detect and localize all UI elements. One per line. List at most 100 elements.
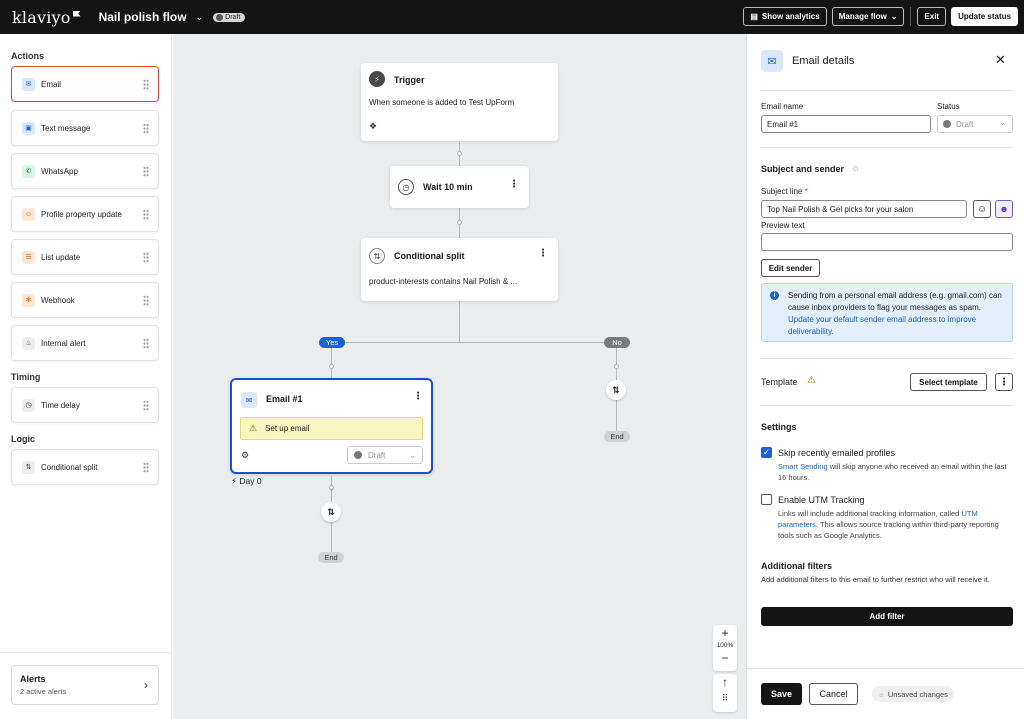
end-node: End xyxy=(604,431,630,442)
email-node[interactable]: ✉ Email #1 ⋮ ⚠ Set up email ⚙ Draft ⌄ xyxy=(230,378,433,474)
template-label: Template xyxy=(761,377,798,387)
more-options-icon[interactable]: ⋮ xyxy=(538,248,548,259)
cancel-button[interactable]: Cancel xyxy=(809,683,858,705)
action-time-delay[interactable]: ◷ Time delay xyxy=(11,387,159,423)
split-path-icon[interactable]: ⇅ xyxy=(321,502,341,522)
subject-sender-heading: Subject and sender xyxy=(761,164,845,174)
preview-text-label: Preview text xyxy=(761,221,805,230)
sidebar-divider xyxy=(0,652,172,653)
subject-line-field[interactable]: Top Nail Polish & Gel picks for your sal… xyxy=(761,200,967,218)
email-name-label: Email name xyxy=(761,102,804,111)
utm-desc-pre: Links will include additional tracking i… xyxy=(778,509,960,518)
conditional-split-node[interactable]: ⇅ Conditional split ⋮ product-interests … xyxy=(361,238,558,301)
profile-icon: ☺ xyxy=(22,207,35,221)
clock-icon: ◷ xyxy=(398,179,414,195)
drag-handle-icon[interactable] xyxy=(143,400,149,411)
email-details-panel: ✉ Email details ✕ Email name Email #1 St… xyxy=(746,34,1024,719)
actions-section-label: Actions xyxy=(11,51,45,61)
action-label: Text message xyxy=(41,123,91,133)
zoom-in-icon[interactable]: + xyxy=(721,625,728,641)
utm-tracking-description: Links will include additional tracking i… xyxy=(778,508,1010,541)
connector-dot xyxy=(457,220,462,225)
alerts-card[interactable]: Alerts 2 active alerts › xyxy=(11,665,159,705)
action-label: Time delay xyxy=(41,400,80,410)
drag-handle-icon[interactable] xyxy=(143,123,149,134)
update-sender-link[interactable]: Update your default sender email address… xyxy=(788,315,976,336)
action-whatsapp[interactable]: ✆ WhatsApp xyxy=(11,153,159,189)
connector-line xyxy=(331,522,332,552)
additional-filters-heading: Additional filters xyxy=(761,561,833,571)
more-options-icon[interactable]: ⋮ xyxy=(413,391,423,402)
lightning-icon: ⚡ xyxy=(369,71,385,87)
close-icon[interactable]: ✕ xyxy=(995,52,1006,68)
chevron-down-icon[interactable]: ⌄ xyxy=(196,12,204,23)
action-profile-property-update[interactable]: ☺ Profile property update xyxy=(11,196,159,232)
trigger-description: When someone is added to Test UpForm xyxy=(369,98,515,107)
drag-handle-icon[interactable] xyxy=(143,295,149,306)
required-mark: * xyxy=(804,187,808,196)
logic-section-label: Logic xyxy=(11,434,35,444)
status-label: Status xyxy=(937,102,960,111)
preview-text-field[interactable] xyxy=(761,233,1013,251)
flow-title[interactable]: Nail polish flow xyxy=(99,10,187,24)
trigger-node[interactable]: ⚡ Trigger When someone is added to Test … xyxy=(361,63,558,141)
subject-line-label: Subject line * xyxy=(761,187,808,196)
settings-heading: Settings xyxy=(761,422,797,432)
drag-handle-icon[interactable] xyxy=(143,79,149,90)
flow-canvas[interactable]: ⚡ Trigger When someone is added to Test … xyxy=(173,34,746,719)
status-select[interactable]: Draft ⌄ xyxy=(937,115,1013,133)
add-filter-button[interactable]: Add filter xyxy=(761,607,1013,626)
drag-handle-icon[interactable] xyxy=(143,252,149,263)
wait-title: Wait 10 min xyxy=(423,182,473,192)
logo-flag-icon xyxy=(72,10,81,17)
analytics-icon[interactable]: ⚙ xyxy=(241,450,249,461)
manage-flow-button[interactable]: Manage flow ⌄ xyxy=(831,7,905,26)
email-status-value: Draft xyxy=(368,450,386,460)
drag-handle-icon[interactable] xyxy=(143,166,149,177)
action-email[interactable]: ✉ Email xyxy=(11,66,159,102)
top-bar: klaviyo Nail polish flow ⌄ Draft ▤ Show a… xyxy=(0,0,1024,34)
action-text-message[interactable]: ▣ Text message xyxy=(11,110,159,146)
bell-icon: ♨ xyxy=(22,336,35,350)
emoji-icon[interactable]: ☺ xyxy=(973,200,991,218)
action-webhook[interactable]: ✻ Webhook xyxy=(11,282,159,318)
action-list-update[interactable]: ☰ List update xyxy=(11,239,159,275)
skip-profiles-checkbox[interactable]: ✓ xyxy=(761,447,772,458)
action-internal-alert[interactable]: ♨ Internal alert xyxy=(11,325,159,361)
timing-section-label: Timing xyxy=(11,372,41,382)
email-status-select[interactable]: Draft ⌄ xyxy=(347,446,423,464)
status-badge-label: Draft xyxy=(225,13,241,21)
edit-sender-button[interactable]: Edit sender xyxy=(761,259,820,277)
connector-line xyxy=(616,399,617,431)
grid-icon[interactable]: ⠿ xyxy=(722,690,729,706)
smart-sending-link[interactable]: Smart Sending xyxy=(778,462,828,471)
more-options-icon[interactable]: ⋮ xyxy=(995,373,1013,391)
action-conditional-split[interactable]: ⇅ Conditional split xyxy=(11,449,159,485)
email-icon: ✉ xyxy=(761,50,783,72)
klaviyo-logo[interactable]: klaviyo xyxy=(12,8,81,27)
select-template-button[interactable]: Select template xyxy=(910,373,987,391)
wait-node[interactable]: ◷ Wait 10 min ⋮ xyxy=(390,166,529,208)
deliverability-info-banner: i Sending from a personal email address … xyxy=(761,283,1013,342)
exit-button[interactable]: Exit xyxy=(917,7,947,26)
show-analytics-button[interactable]: ▤ Show analytics xyxy=(743,7,827,26)
drag-handle-icon[interactable] xyxy=(143,462,149,473)
email-name-field[interactable]: Email #1 xyxy=(761,115,931,133)
save-button[interactable]: Save xyxy=(761,683,802,705)
update-status-button[interactable]: Update status xyxy=(951,7,1018,26)
zoom-out-icon[interactable]: − xyxy=(721,650,728,666)
connector-dot xyxy=(329,485,334,490)
drag-handle-icon[interactable] xyxy=(143,338,149,349)
setup-warning-text: Set up email xyxy=(265,424,310,433)
manage-flow-label: Manage flow xyxy=(838,12,887,21)
personalization-icon[interactable]: ☻ xyxy=(995,200,1013,218)
drag-handle-icon[interactable] xyxy=(143,209,149,220)
canvas-controls: ↑ ⠿ xyxy=(713,674,737,712)
more-options-icon[interactable]: ⋮ xyxy=(509,179,519,190)
setup-warning-banner[interactable]: ⚠ Set up email xyxy=(240,417,423,440)
email-icon: ✉ xyxy=(22,77,35,91)
utm-tracking-checkbox[interactable] xyxy=(761,494,772,505)
chevron-right-icon: › xyxy=(144,678,148,692)
split-path-icon[interactable]: ⇅ xyxy=(606,380,626,400)
scroll-to-top-icon[interactable]: ↑ xyxy=(722,674,728,690)
